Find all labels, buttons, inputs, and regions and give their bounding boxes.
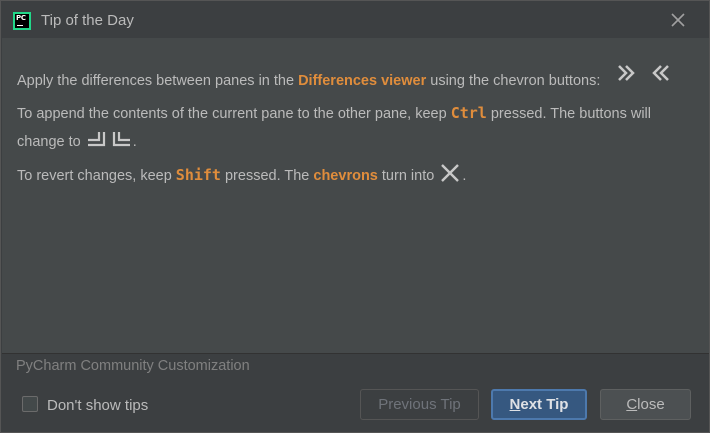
tip-text: . [132, 133, 137, 150]
button-label: lose [637, 396, 665, 413]
button-label: ext Tip [520, 396, 569, 413]
append-arrows-icon [85, 130, 133, 154]
pycharm-icon: PC [13, 12, 31, 30]
tip-text: turn into [377, 167, 439, 184]
apply-chevrons-icon [616, 63, 676, 87]
tip-text: To revert changes, keep [17, 167, 176, 184]
tip-text: pressed. The [220, 167, 314, 184]
tip-text: change to [17, 133, 85, 150]
dont-show-label[interactable]: Don't show tips [47, 397, 148, 414]
mnemonic: N [509, 396, 521, 413]
tip-line-4: To revert changes, keep Shift pressed. T… [17, 163, 466, 189]
tip-text: using the chevron buttons: [426, 73, 601, 89]
close-button[interactable]: Close [600, 389, 691, 420]
revert-cross-icon [438, 163, 462, 189]
shift-key: Shift [175, 165, 221, 184]
title-bar: PC Tip of the Day [1, 1, 709, 39]
tip-line-2: To append the contents of the current pa… [17, 104, 651, 122]
mnemonic: C [626, 396, 638, 413]
differences-viewer-highlight: Differences viewer [298, 73, 427, 89]
divider [2, 353, 709, 354]
window-title: Tip of the Day [41, 12, 134, 29]
close-icon[interactable] [670, 12, 686, 28]
tip-text: To append the contents of the current pa… [17, 106, 451, 122]
next-tip-button[interactable]: Next Tip [491, 389, 587, 420]
tip-line-3: change to . [17, 130, 137, 154]
tip-of-the-day-dialog: PC Tip of the Day Apply the differences … [0, 0, 710, 433]
customization-label: PyCharm Community Customization [16, 358, 250, 374]
tip-text: Apply the differences between panes in t… [17, 73, 299, 89]
tip-text: pressed. The buttons will [486, 106, 651, 122]
dont-show-checkbox[interactable] [22, 396, 38, 412]
tip-text: . [462, 167, 467, 184]
ctrl-key: Ctrl [450, 104, 487, 122]
previous-tip-button[interactable]: Previous Tip [360, 389, 479, 420]
chevrons-highlight: chevrons [313, 167, 378, 184]
tip-line-1: Apply the differences between panes in t… [17, 73, 600, 89]
